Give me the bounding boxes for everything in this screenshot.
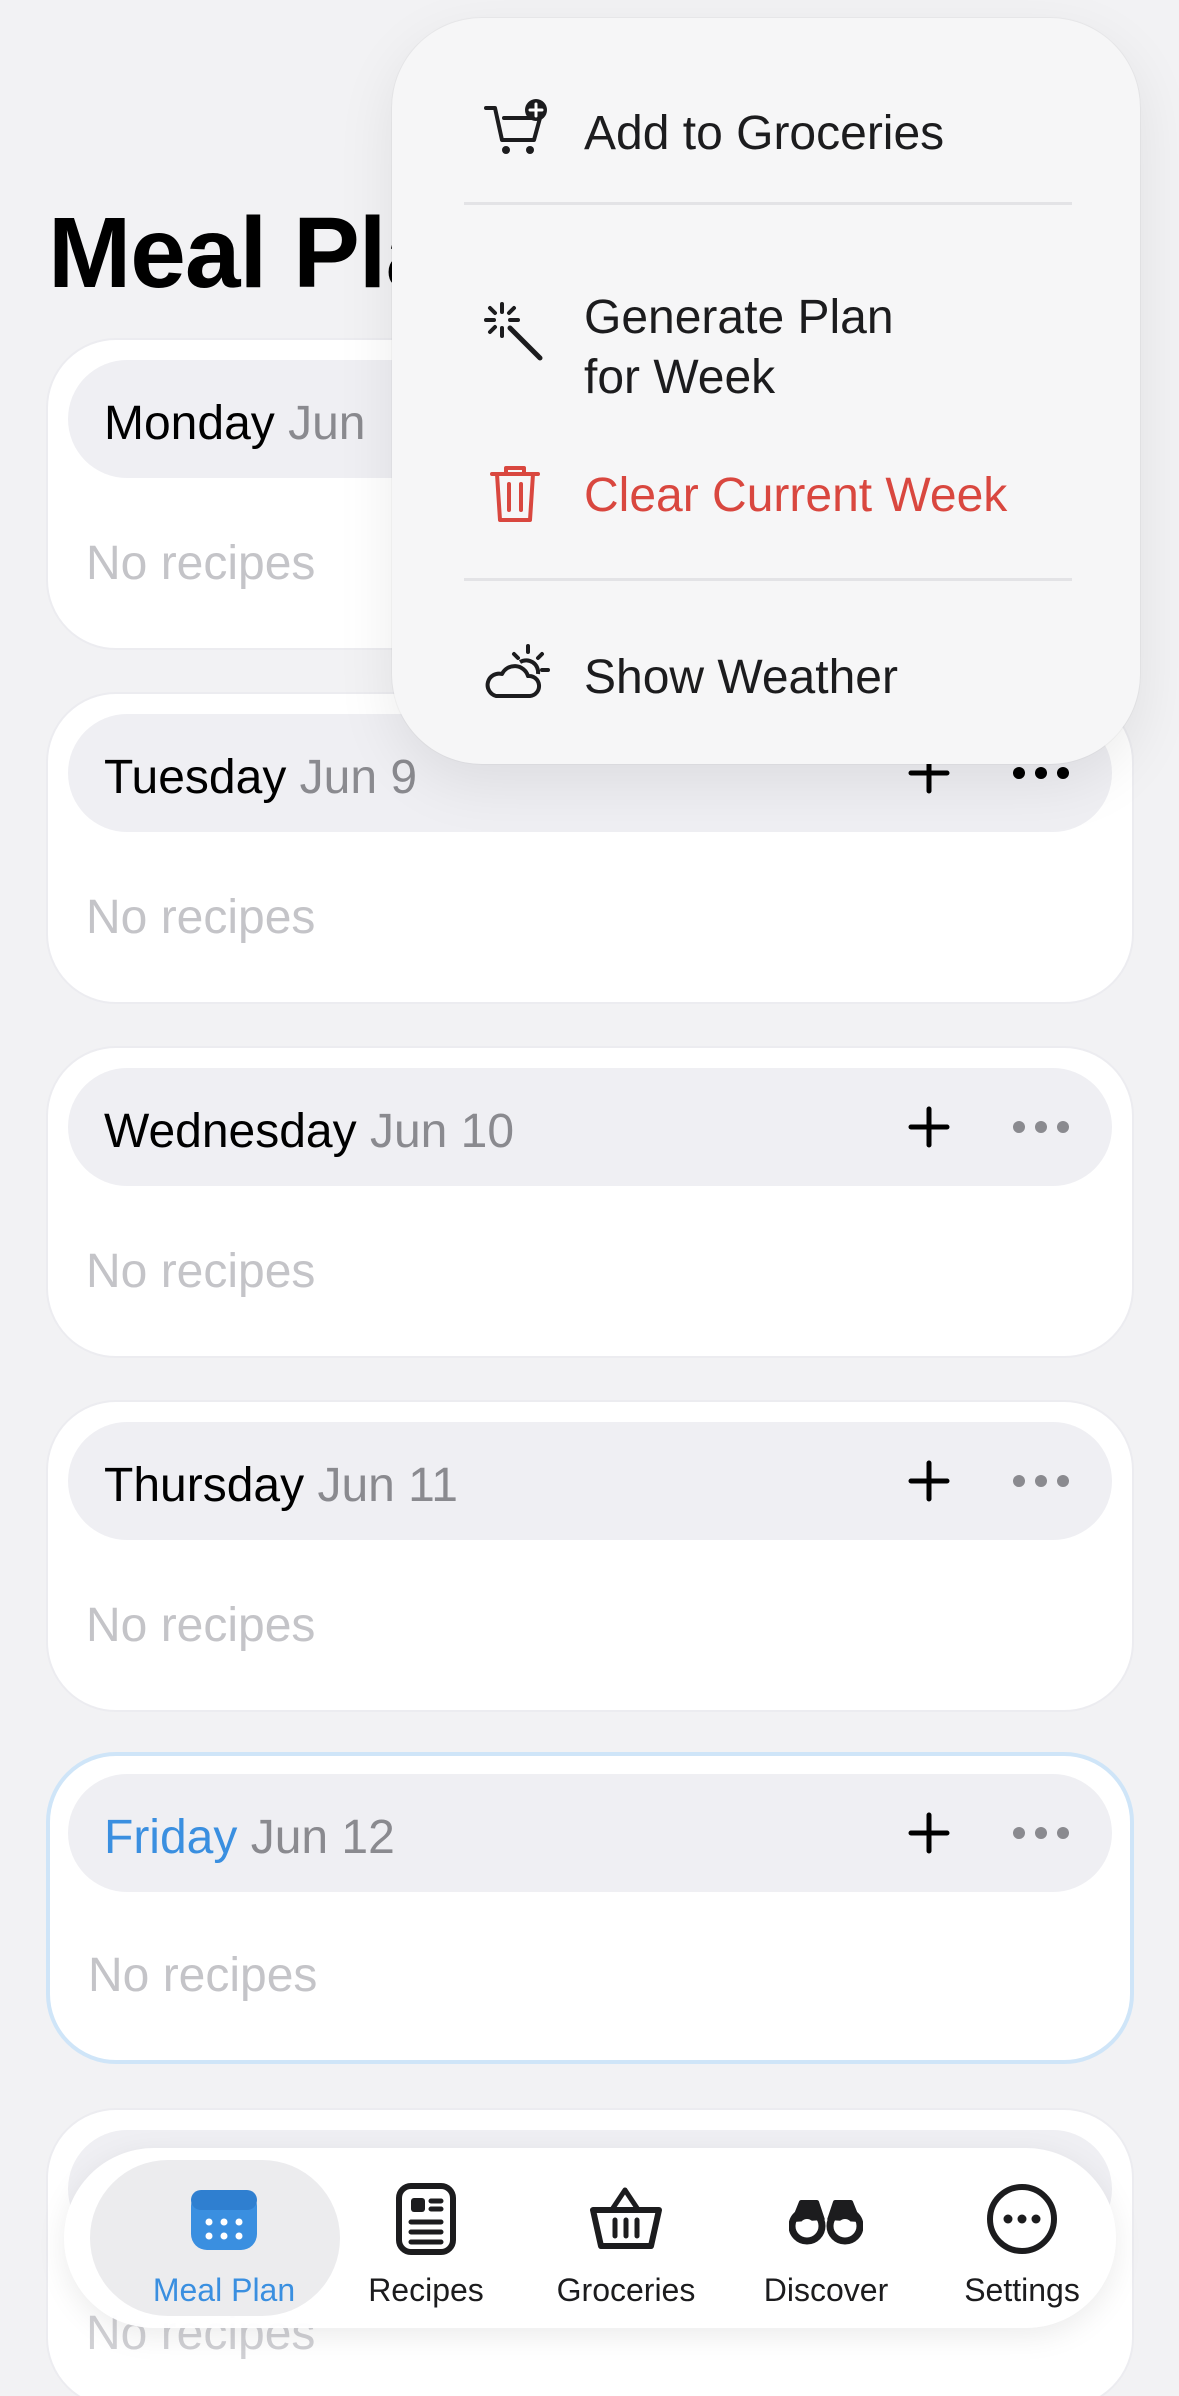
more-options-button[interactable] <box>1006 1100 1076 1154</box>
day-name-label: Thursday <box>104 1459 305 1512</box>
day-card-thursday: Thursday Jun 11 No recipes <box>46 1400 1134 1712</box>
menu-divider <box>464 578 1072 581</box>
basket-icon <box>590 2187 662 2249</box>
day-name-label: Monday <box>104 397 275 450</box>
menu-item-label: Show Weather <box>584 651 898 704</box>
day-name-label: Wednesday <box>104 1105 357 1158</box>
cloud-sun-icon <box>485 644 550 698</box>
day-date-label: Jun 11 <box>317 1459 458 1512</box>
empty-recipes-text: No recipes <box>86 1599 316 1652</box>
empty-recipes-text: No recipes <box>86 1245 316 1298</box>
tab-settings[interactable]: Settings <box>922 2148 1122 2328</box>
day-date-label: Jun 10 <box>369 1105 515 1158</box>
tab-label: Meal Plan <box>152 2272 296 2308</box>
day-date-label: Jun <box>288 397 366 450</box>
more-options-button[interactable] <box>1006 1454 1076 1508</box>
day-title: Monday Jun <box>104 396 366 451</box>
day-name-label: Friday <box>104 1811 238 1864</box>
tab-label: Settings <box>964 2272 1080 2308</box>
binoculars-icon <box>789 2200 863 2245</box>
day-card-wednesday: Wednesday Jun 10 No recipes <box>46 1046 1134 1358</box>
empty-recipes-text: No recipes <box>88 1949 318 2002</box>
day-title: Thursday Jun 11 <box>104 1458 458 1513</box>
day-title: Friday Jun 12 <box>104 1810 395 1865</box>
empty-recipes-text: No recipes <box>86 891 316 944</box>
menu-item-show-weather[interactable]: Show Weather <box>392 618 1140 728</box>
ellipsis-circle-icon <box>987 2184 1057 2254</box>
menu-item-label: Add to Groceries <box>584 107 945 160</box>
tab-groceries[interactable]: Groceries <box>526 2148 726 2328</box>
day-header-wednesday[interactable]: Wednesday Jun 10 <box>68 1068 1112 1186</box>
tab-recipes[interactable]: Recipes <box>326 2148 526 2328</box>
cart-plus-icon <box>484 99 547 154</box>
tab-meal-plan[interactable]: Meal Plan <box>90 2148 340 2328</box>
more-options-button[interactable] <box>1006 1806 1076 1860</box>
menu-item-label-line2: for Week <box>584 351 776 404</box>
empty-recipes-text: No recipes <box>86 537 316 590</box>
day-header-friday[interactable]: Friday Jun 12 <box>68 1774 1112 1892</box>
day-title: Tuesday Jun 9 <box>104 750 417 805</box>
tab-label: Recipes <box>368 2272 484 2308</box>
add-recipe-button[interactable] <box>902 1806 956 1860</box>
day-header-thursday[interactable]: Thursday Jun 11 <box>68 1422 1112 1540</box>
tab-label: Groceries <box>556 2272 696 2308</box>
menu-item-generate-plan[interactable]: Generate Plan for Week <box>392 248 1140 404</box>
tab-discover[interactable]: Discover <box>726 2148 926 2328</box>
tab-bar: Meal Plan Recipes Groceries Discover Set… <box>64 2148 1116 2328</box>
day-date-label: Jun 12 <box>250 1811 395 1864</box>
add-recipe-button[interactable] <box>902 1454 956 1508</box>
day-title: Wednesday Jun 10 <box>104 1104 514 1159</box>
tab-label: Discover <box>763 2272 889 2308</box>
menu-divider <box>464 202 1072 205</box>
context-menu: Add to Groceries Generate Plan for Week … <box>392 18 1140 764</box>
day-card-friday: Friday Jun 12 No recipes <box>46 1752 1134 2064</box>
menu-item-clear-current-week[interactable]: Clear Current Week <box>392 436 1140 546</box>
calendar-icon <box>191 2190 257 2250</box>
menu-item-label-line1: Generate Plan <box>584 291 894 344</box>
trash-icon <box>490 466 540 522</box>
add-recipe-button[interactable] <box>902 1100 956 1154</box>
magic-wand-icon <box>484 302 543 361</box>
menu-item-label: Clear Current Week <box>584 469 1008 522</box>
day-date-label: Jun 9 <box>299 751 418 804</box>
day-name-label: Tuesday <box>104 751 287 804</box>
recipe-card-icon <box>396 2183 456 2255</box>
menu-item-add-to-groceries[interactable]: Add to Groceries <box>392 74 1140 184</box>
